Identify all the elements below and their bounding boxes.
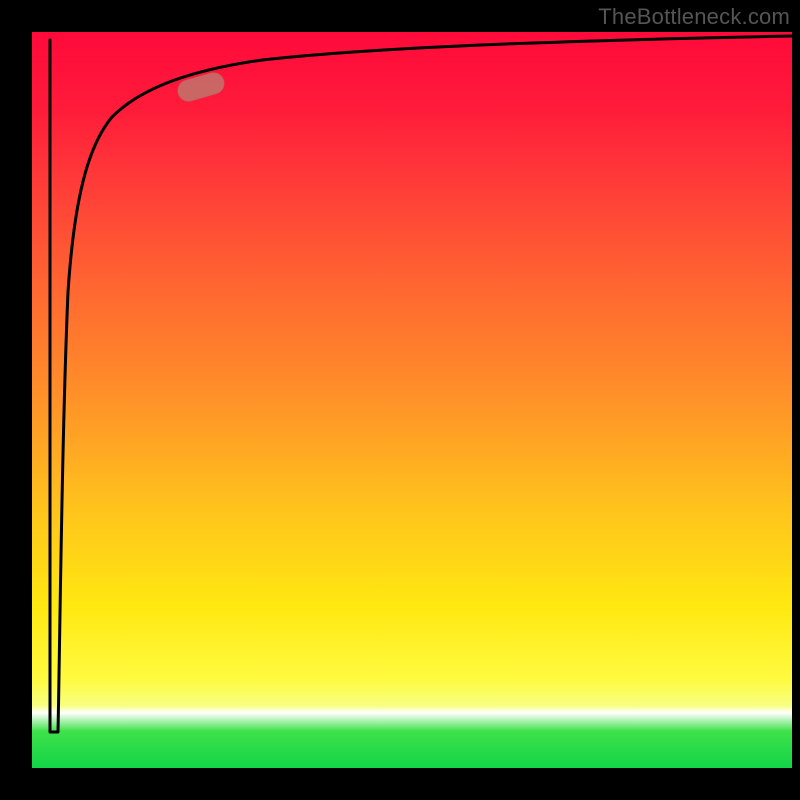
curve-path (50, 36, 792, 732)
chart-stage: TheBottleneck.com (0, 0, 800, 800)
plot-area (32, 32, 792, 768)
watermark-text: TheBottleneck.com (598, 4, 790, 30)
bottleneck-curve (32, 32, 792, 768)
